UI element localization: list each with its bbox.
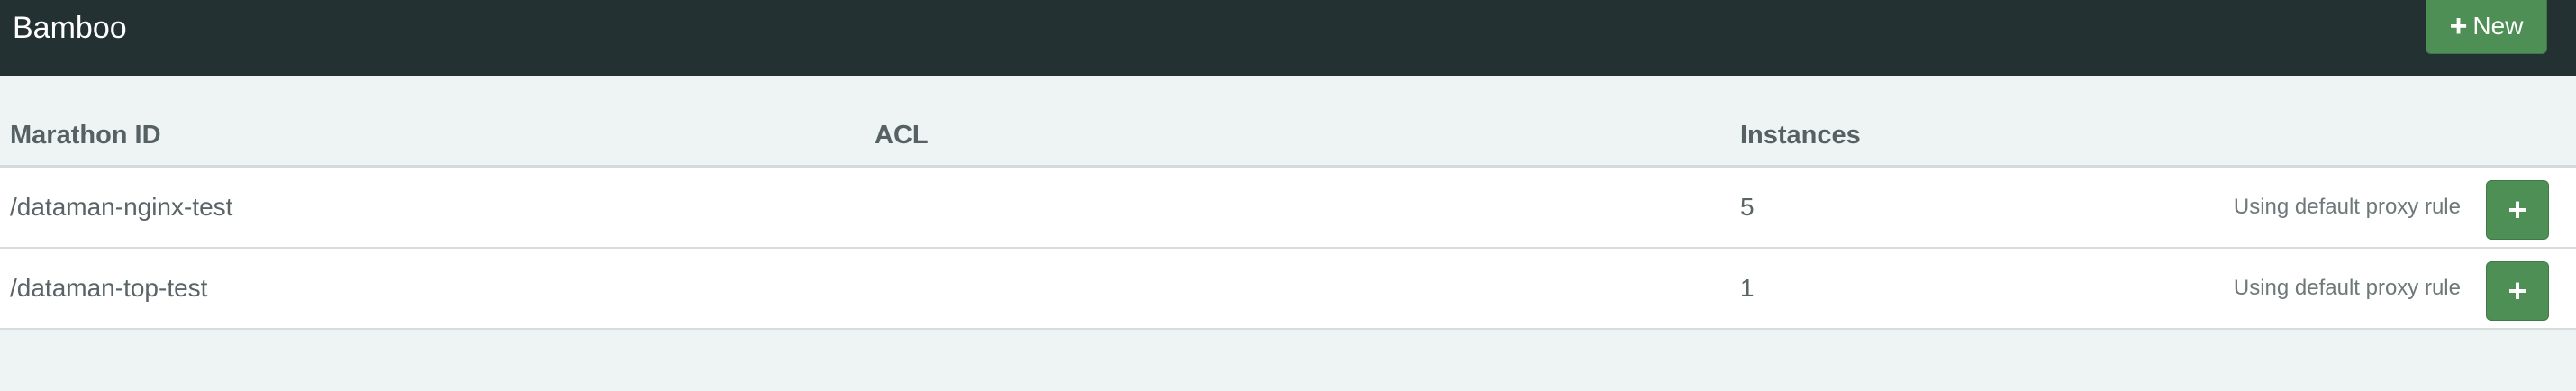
plus-icon: + [2508,272,2527,309]
table-row: /dataman-nginx-test 5 Using default prox… [0,168,2576,249]
marathon-id-cell: /dataman-nginx-test [10,193,233,221]
table-row: /dataman-top-test 1 Using default proxy … [0,249,2576,330]
column-header-instances: Instances [1740,121,1861,150]
column-header-marathon-id: Marathon ID [10,121,161,150]
proxy-rule-text: Using default proxy rule [2233,195,2461,219]
instances-cell: 1 [1740,274,1755,302]
table-header: Marathon ID ACL Instances [0,76,2576,168]
plus-icon: + [2449,9,2468,43]
add-rule-button[interactable]: + [2486,180,2549,240]
marathon-id-cell: /dataman-top-test [10,274,208,302]
apps-table: Marathon ID ACL Instances /dataman-nginx… [0,76,2576,330]
top-navbar: Bamboo + New [0,0,2576,76]
plus-icon: + [2508,191,2527,228]
new-button-label: New [2472,12,2524,40]
add-rule-button[interactable]: + [2486,261,2549,321]
proxy-rule-text: Using default proxy rule [2233,276,2461,300]
column-header-acl: ACL [875,121,929,150]
new-button[interactable]: + New [2426,0,2547,54]
instances-cell: 5 [1740,193,1755,221]
brand-title[interactable]: Bamboo [13,7,127,49]
